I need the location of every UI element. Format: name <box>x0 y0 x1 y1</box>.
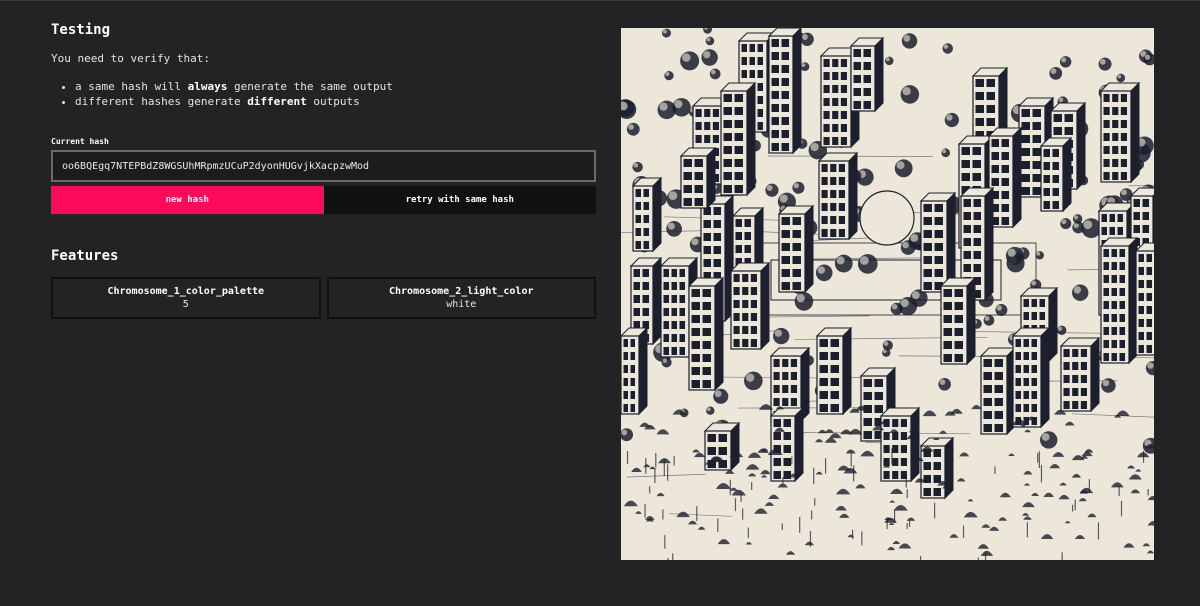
feature-value: white <box>446 299 477 310</box>
requirement-text: different hashes generate <box>75 95 248 108</box>
hash-actions: new hash retry with same hash <box>51 186 596 214</box>
current-hash-label: Current hash <box>51 137 109 146</box>
requirements-list: a same hash will always generate the sam… <box>51 79 596 109</box>
feature-card: Chromosome_1_color_palette 5 <box>51 277 321 319</box>
feature-name: Chromosome_2_light_color <box>389 286 534 297</box>
retry-same-hash-button[interactable]: retry with same hash <box>323 186 596 214</box>
requirement-emphasis: different <box>247 95 307 108</box>
testing-heading: Testing <box>51 22 111 38</box>
new-hash-button[interactable]: new hash <box>51 186 324 214</box>
requirement-item: a same hash will always generate the sam… <box>75 79 596 94</box>
requirement-text: generate the same output <box>227 80 393 93</box>
requirement-emphasis: always <box>187 80 228 93</box>
city-artwork-canvas <box>621 28 1154 560</box>
requirement-item: different hashes generate different outp… <box>75 94 596 109</box>
feature-card: Chromosome_2_light_color white <box>326 277 596 319</box>
generative-artwork <box>621 28 1154 560</box>
current-hash-input[interactable] <box>51 150 596 182</box>
features-heading: Features <box>51 248 119 264</box>
controls-panel: Testing You need to verify that: a same … <box>51 22 596 319</box>
requirement-text: a same hash will <box>75 80 188 93</box>
feature-name: Chromosome_1_color_palette <box>107 286 265 297</box>
features-list: Chromosome_1_color_palette 5 Chromosome_… <box>51 277 596 319</box>
top-divider <box>0 0 1200 1</box>
testing-intro: You need to verify that: <box>51 52 210 65</box>
feature-value: 5 <box>182 299 189 310</box>
artwork-buildings <box>621 28 1154 500</box>
sun-circle <box>859 190 915 246</box>
requirement-text: outputs <box>306 95 360 108</box>
